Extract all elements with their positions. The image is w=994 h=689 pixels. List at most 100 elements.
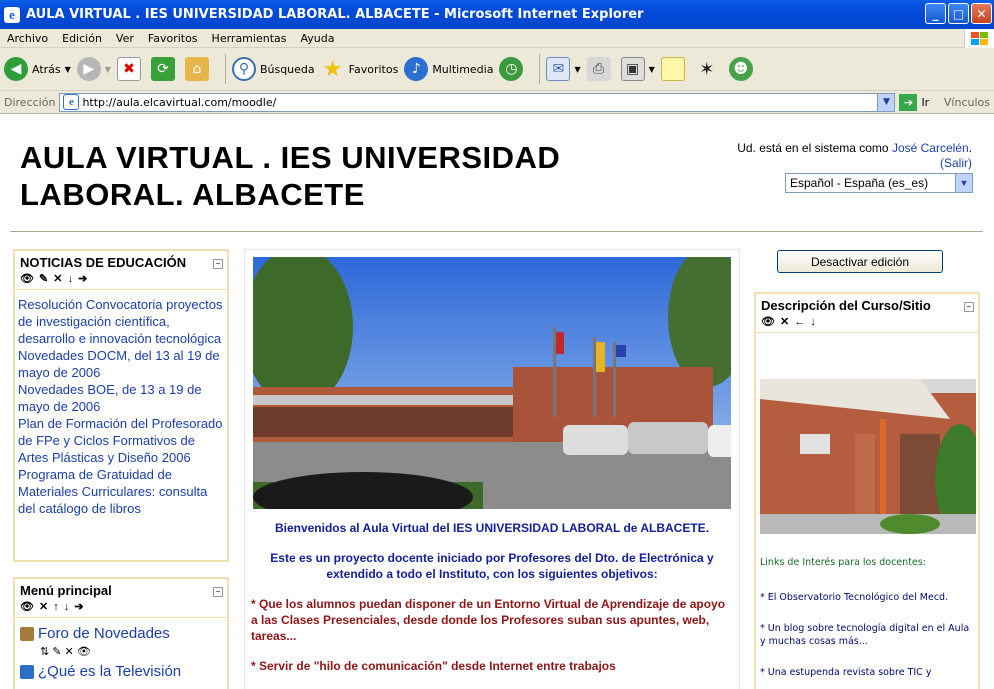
- search-label: Búsqueda: [259, 62, 315, 76]
- menu-title: Menú principal: [20, 583, 112, 598]
- collapse-icon[interactable]: –: [213, 587, 223, 597]
- news-block: NOTICIAS DE EDUCACIÓN 👁 ✎ ✕ ↓ ➔ – Resolu…: [13, 249, 229, 562]
- media-button[interactable]: ♪ Multimedia: [404, 57, 493, 81]
- collapse-icon[interactable]: –: [964, 302, 974, 312]
- ie-logo-icon: e: [4, 6, 20, 23]
- home-button[interactable]: ⌂: [184, 57, 213, 81]
- language-dropdown-icon: ▼: [955, 174, 972, 192]
- objective-2: * Servir de "hilo de comunicación" desde…: [251, 659, 616, 673]
- go-label: Ir: [921, 95, 930, 109]
- stop-icon: ✖: [116, 57, 141, 81]
- resource-icon: [20, 665, 34, 680]
- news-item[interactable]: Novedades DOCM, del 13 al 19 de mayo de …: [18, 347, 224, 381]
- windows-flag-icon: [964, 29, 994, 48]
- maximize-button[interactable]: □: [948, 3, 969, 24]
- address-label: Dirección: [4, 95, 56, 109]
- school-photo: [253, 257, 731, 509]
- messenger-button[interactable]: ☻: [728, 57, 757, 81]
- menu-herramientas[interactable]: Herramientas: [205, 32, 294, 45]
- refresh-icon: ⟳: [150, 57, 175, 81]
- forum-icon: [20, 627, 34, 642]
- messenger-icon: ☻: [728, 57, 753, 81]
- link-blog[interactable]: * Un blog sobre tecnología digital en el…: [760, 622, 976, 648]
- go-button[interactable]: ➔ Ir: [899, 93, 930, 111]
- research-button[interactable]: ✶: [695, 57, 723, 81]
- toolbar-separator: [224, 54, 226, 84]
- stop-button[interactable]: ✖: [116, 57, 145, 81]
- favorites-button[interactable]: ★ Favoritos: [321, 56, 399, 82]
- links-title: Links de Interés para los docentes:: [760, 557, 926, 568]
- star-icon: ★: [322, 56, 343, 82]
- page-icon: e: [63, 94, 80, 110]
- news-title: NOTICIAS DE EDUCACIÓN: [20, 255, 187, 270]
- description-title: Descripción del Curso/Sitio: [761, 298, 931, 313]
- user-link[interactable]: José Carcelén: [892, 141, 969, 155]
- discuss-button[interactable]: [660, 57, 689, 81]
- history-icon: ◷: [499, 57, 524, 81]
- menu-edit-icons[interactable]: 👁 ✕ ↑ ↓ ➔: [20, 600, 222, 613]
- menu-item-edit-icons[interactable]: ⇅ ✎ ✕ 👁: [20, 643, 222, 662]
- link-revista[interactable]: * Una estupenda revista sobre TIC y: [760, 666, 976, 679]
- mail-dropdown-icon[interactable]: ▼: [574, 65, 580, 74]
- media-label: Multimedia: [432, 62, 494, 76]
- news-item[interactable]: Resolución Convocatoria proyectos de inv…: [18, 296, 224, 347]
- menu-item-television[interactable]: ¿Qué es la Televisión: [20, 662, 222, 681]
- edit-page-button[interactable]: ▣ ▼: [620, 57, 655, 81]
- close-button[interactable]: ✕: [971, 3, 992, 24]
- links-toolbar[interactable]: Vínculos: [944, 96, 990, 109]
- news-item[interactable]: Plan de Formación del Profesorado de FPe…: [18, 415, 224, 466]
- note-icon: [660, 57, 685, 81]
- main-menu-block: Menú principal 👁 ✕ ↑ ↓ ➔ – Foro de Noved…: [13, 577, 229, 689]
- news-item[interactable]: Novedades BOE, de 13 a 19 de mayo de 200…: [18, 381, 224, 415]
- link-observatorio[interactable]: * El Observatorio Tecnológico del Mecd.: [760, 591, 976, 604]
- history-button[interactable]: ◷: [499, 57, 527, 81]
- site-title: AULA VIRTUAL . IES UNIVERSIDAD LABORAL. …: [20, 140, 561, 212]
- go-arrow-icon: ➔: [899, 93, 918, 111]
- menu-ayuda[interactable]: Ayuda: [293, 32, 341, 45]
- menu-item-foro[interactable]: Foro de Novedades: [20, 624, 222, 643]
- address-url: http://aula.elcavirtual.com/moodle/: [82, 95, 277, 109]
- window-title: AULA VIRTUAL . IES UNIVERSIDAD LABORAL. …: [26, 7, 644, 22]
- back-button[interactable]: ◀ Atrás ▼: [4, 57, 71, 81]
- menu-favoritos[interactable]: Favoritos: [141, 32, 205, 45]
- toolbar-separator: [539, 54, 541, 84]
- header-divider: [10, 231, 983, 232]
- welcome-text: Bienvenidos al Aula Virtual del IES UNIV…: [274, 521, 710, 535]
- search-icon: ⚲: [231, 57, 256, 81]
- mail-button[interactable]: ✉ ▼: [546, 57, 581, 81]
- page-content: AULA VIRTUAL . IES UNIVERSIDAD LABORAL. …: [0, 115, 994, 689]
- toolbar: ◀ Atrás ▼ ▶ ▼ ✖ ⟳ ⌂ ⚲ Búsqueda ★ Favorit…: [0, 48, 994, 91]
- menu-ver[interactable]: Ver: [109, 32, 141, 45]
- print-icon: ⎙: [586, 57, 611, 81]
- print-button[interactable]: ⎙: [586, 57, 615, 81]
- login-prefix: Ud. está en el sistema como: [737, 141, 892, 155]
- refresh-button[interactable]: ⟳: [150, 57, 179, 81]
- address-dropdown-icon[interactable]: ▼: [877, 93, 895, 111]
- favorites-label: Favoritos: [348, 62, 399, 76]
- menubar: Archivo Edición Ver Favoritos Herramient…: [0, 29, 994, 48]
- window-titlebar: e AULA VIRTUAL . IES UNIVERSIDAD LABORAL…: [0, 0, 994, 29]
- search-button[interactable]: ⚲ Búsqueda: [231, 57, 315, 81]
- menu-archivo[interactable]: Archivo: [0, 32, 55, 45]
- media-icon: ♪: [404, 57, 429, 81]
- news-edit-icons[interactable]: 👁 ✎ ✕ ↓ ➔: [20, 272, 222, 285]
- language-selected: Español - España (es_es): [790, 176, 929, 190]
- research-icon: ✶: [699, 58, 715, 80]
- back-arrow-icon: ◀: [4, 57, 28, 81]
- minimize-button[interactable]: _: [925, 3, 946, 24]
- description-edit-icons[interactable]: 👁 ✕ ← ↓: [761, 315, 973, 328]
- forward-dropdown-icon[interactable]: ▼: [105, 65, 111, 74]
- back-dropdown-icon[interactable]: ▼: [65, 65, 71, 74]
- edit-dropdown-icon[interactable]: ▼: [649, 65, 655, 74]
- forward-button[interactable]: ▶ ▼: [76, 57, 111, 81]
- address-input[interactable]: e http://aula.elcavirtual.com/moodle/ ▼: [59, 92, 896, 112]
- logout-link[interactable]: (Salir): [737, 156, 972, 171]
- turn-editing-off-button[interactable]: Desactivar edición: [777, 250, 943, 273]
- collapse-icon[interactable]: –: [213, 259, 223, 269]
- news-item[interactable]: Programa de Gratuidad de Materiales Curr…: [18, 466, 224, 517]
- login-suffix: .: [968, 141, 972, 155]
- mail-icon: ✉: [546, 57, 571, 81]
- menu-edicion[interactable]: Edición: [55, 32, 109, 45]
- language-select[interactable]: Español - España (es_es) ▼: [785, 173, 973, 193]
- center-content: Bienvenidos al Aula Virtual del IES UNIV…: [244, 249, 740, 689]
